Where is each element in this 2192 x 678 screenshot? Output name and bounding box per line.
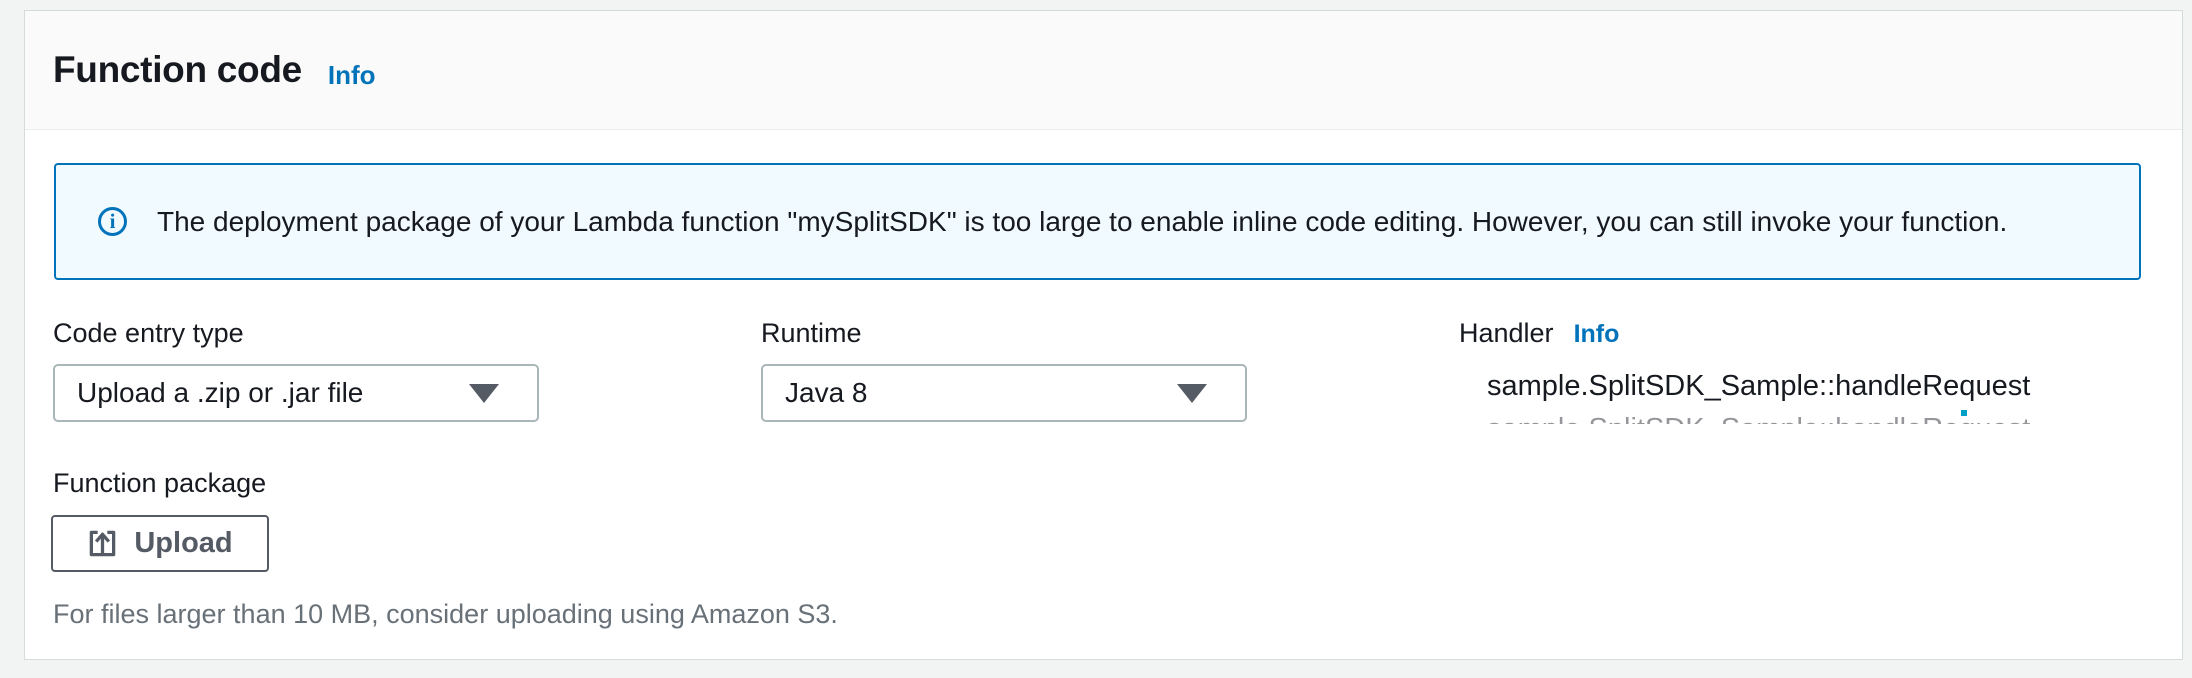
text-cursor-artifact	[1961, 410, 1967, 416]
code-entry-type-label: Code entry type	[53, 317, 244, 349]
function-code-info-link[interactable]: Info	[328, 60, 376, 91]
lambda-function-code-page: Function code Info i The deployment pack…	[0, 0, 2192, 678]
code-entry-type-select[interactable]: Upload a .zip or .jar file	[53, 364, 539, 422]
upload-icon	[87, 528, 118, 559]
runtime-select[interactable]: Java 8	[761, 364, 1247, 422]
upload-button-label: Upload	[134, 527, 232, 560]
panel-header: Function code Info	[25, 11, 2182, 130]
runtime-value: Java 8	[785, 377, 868, 409]
upload-button[interactable]: Upload	[51, 515, 269, 572]
handler-info-link[interactable]: Info	[1574, 320, 1620, 348]
dropdown-caret-icon	[469, 384, 499, 403]
handler-value[interactable]: sample.SplitSDK_Sample::handleRequest	[1487, 370, 2030, 403]
handler-clipped-text-artifact: sample.SplitSDK_Sample::handleRequest	[1487, 413, 2030, 424]
handler-label-row: Handler Info	[1459, 317, 1619, 350]
code-entry-type-value: Upload a .zip or .jar file	[77, 377, 363, 409]
function-package-label: Function package	[53, 467, 266, 499]
dropdown-caret-icon	[1177, 384, 1207, 403]
info-circle-icon: i	[98, 207, 127, 236]
upload-hint: For files larger than 10 MB, consider up…	[53, 599, 838, 630]
handler-label: Handler	[1459, 318, 1554, 348]
page-title: Function code	[53, 49, 302, 91]
panel-body: i The deployment package of your Lambda …	[25, 131, 2182, 659]
function-code-panel: Function code Info i The deployment pack…	[24, 10, 2183, 660]
alert-message: The deployment package of your Lambda fu…	[157, 206, 2007, 238]
info-alert: i The deployment package of your Lambda …	[54, 163, 2141, 280]
runtime-label: Runtime	[761, 317, 862, 349]
